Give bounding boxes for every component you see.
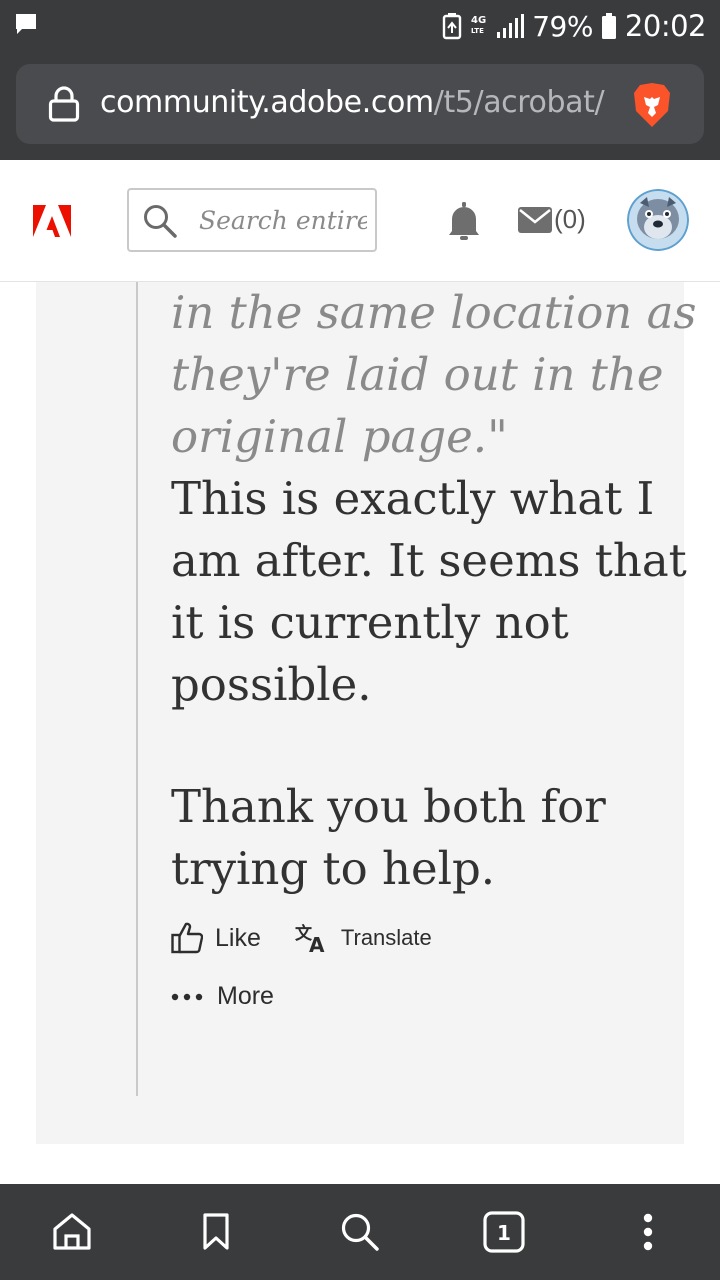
more-button[interactable]: More <box>171 982 274 1011</box>
search-button[interactable] <box>332 1204 388 1260</box>
status-bar: 4G LTE 79% 20:02 <box>0 0 720 52</box>
body-line: it is currently not <box>171 596 569 649</box>
quoted-text: in the same location as they're laid out… <box>171 282 697 468</box>
body-line: possible. <box>171 658 372 711</box>
quote-divider <box>136 282 138 1096</box>
post-card: in the same location as they're laid out… <box>36 282 697 1144</box>
mail-icon[interactable] <box>518 207 552 233</box>
signal-icon <box>497 14 525 38</box>
tabs-button[interactable]: 1 <box>476 1204 532 1260</box>
more-label: More <box>217 982 274 1010</box>
body-line: Thank you both for <box>171 780 606 833</box>
tabs-icon: 1 <box>483 1211 525 1253</box>
url-text[interactable]: community.adobe.com/t5/acrobat/ <box>100 85 605 120</box>
quote-line: they're laid out in the <box>171 348 664 401</box>
translate-button[interactable]: 文 A Translate <box>295 922 432 954</box>
url-path: /t5/acrobat/ <box>433 85 605 120</box>
more-actions: More <box>171 982 274 1011</box>
svg-text:LTE: LTE <box>471 27 484 35</box>
address-bar[interactable]: community.adobe.com/t5/acrobat/ <box>16 64 704 144</box>
like-button[interactable]: Like <box>171 922 261 954</box>
post-actions: Like 文 A Translate <box>171 922 432 954</box>
network-type-icon: 4G LTE <box>471 15 486 35</box>
ellipsis-icon <box>171 993 203 1000</box>
battery-icon <box>601 13 616 39</box>
search-icon[interactable] <box>143 204 177 238</box>
tabs-count: 1 <box>497 1221 511 1245</box>
body-line: This is exactly what I <box>171 472 655 525</box>
thumbs-up-icon <box>171 922 203 954</box>
body-line: trying to help. <box>171 842 496 895</box>
quote-line: original page." <box>171 410 508 463</box>
reply-paragraph-2: Thank you both for trying to help. <box>171 776 671 900</box>
post-body: in the same location as they're laid out… <box>171 282 697 900</box>
svg-text:4G: 4G <box>471 15 486 26</box>
adobe-logo[interactable] <box>33 205 71 237</box>
bookmark-icon <box>203 1213 229 1250</box>
translate-label: Translate <box>340 925 432 950</box>
brave-lion-icon[interactable] <box>630 81 674 129</box>
search-box[interactable] <box>127 188 377 252</box>
messages-count[interactable]: (0) <box>554 204 586 235</box>
reply-paragraph-1: This is exactly what I am after. It seem… <box>171 468 687 716</box>
quote-line: in the same location as <box>171 286 697 339</box>
home-button[interactable] <box>44 1204 100 1260</box>
battery-percent: 79% <box>532 9 593 43</box>
url-domain: community.adobe.com <box>100 85 434 120</box>
browser-toolbar: community.adobe.com/t5/acrobat/ <box>0 52 720 160</box>
clock: 20:02 <box>624 9 707 43</box>
site-header: (0) <box>0 160 720 282</box>
bell-icon[interactable] <box>448 202 480 240</box>
search-input[interactable] <box>199 200 367 240</box>
lock-icon[interactable] <box>48 86 80 122</box>
bookmark-button[interactable] <box>188 1204 244 1260</box>
body-line: am after. It seems that <box>171 534 687 587</box>
battery-saver-icon <box>442 13 462 40</box>
chat-notification-icon <box>16 14 36 34</box>
browser-bottom-nav: 1 <box>0 1184 720 1280</box>
status-icons: 4G LTE 79% 20:02 <box>442 6 707 46</box>
menu-icon <box>643 1213 653 1251</box>
home-icon <box>53 1213 91 1250</box>
like-label: Like <box>215 923 261 952</box>
avatar[interactable] <box>627 189 689 251</box>
menu-button[interactable] <box>620 1204 676 1260</box>
svg-text:A: A <box>309 933 325 954</box>
search-icon <box>341 1213 379 1251</box>
translate-icon: 文 A <box>295 923 325 954</box>
